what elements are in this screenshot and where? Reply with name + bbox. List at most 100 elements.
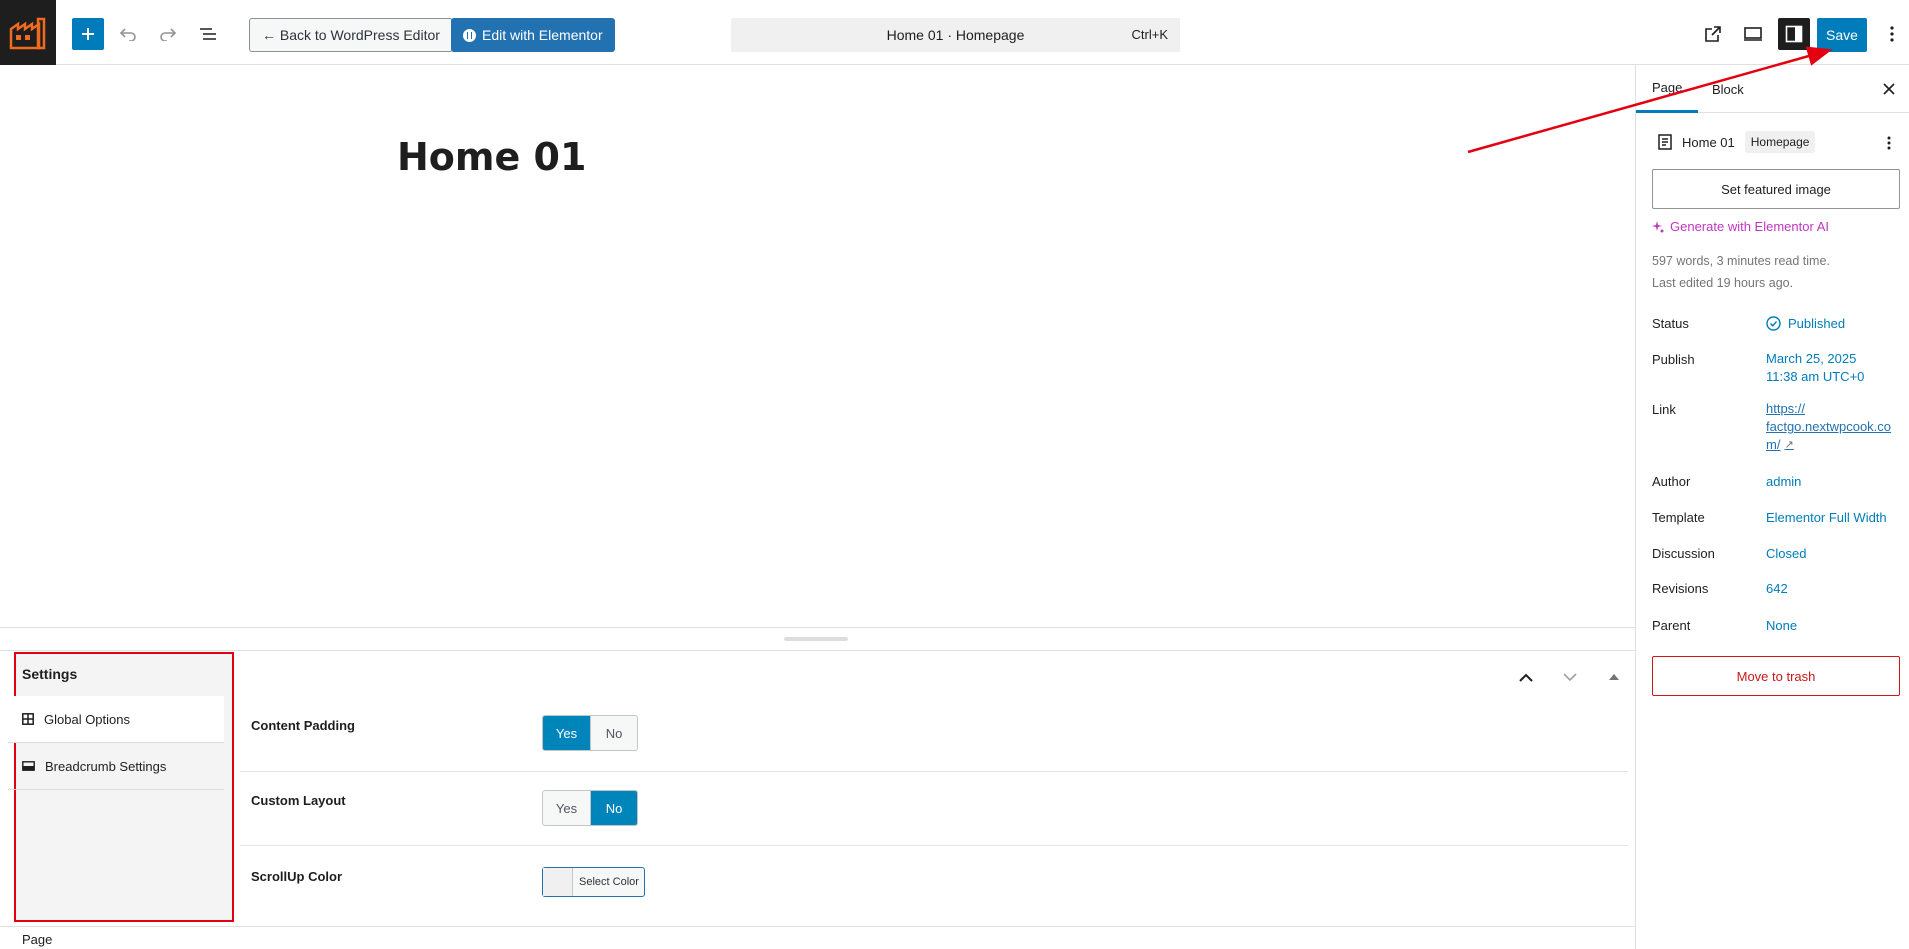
move-to-trash-button[interactable]: Move to trash	[1652, 656, 1900, 696]
back-to-wordpress-editor-button[interactable]: ← Back to WordPress Editor	[249, 18, 453, 52]
generate-elementor-ai-link[interactable]: Generate with Elementor AI	[1652, 219, 1829, 234]
custom-layout-no-option[interactable]: No	[590, 791, 637, 825]
document-overview-button[interactable]	[192, 18, 224, 50]
close-sidebar-button[interactable]	[1877, 77, 1901, 101]
custom-layout-toggle: Yes No	[542, 790, 638, 826]
grid-icon	[22, 713, 34, 725]
canvas-divider	[0, 627, 1635, 628]
settings-nav-panel: Settings Global Options Breadcrumb Setti…	[8, 652, 234, 922]
homepage-badge: Homepage	[1744, 131, 1816, 153]
metabox-collapse-up-button[interactable]	[1514, 665, 1538, 689]
desktop-icon	[1744, 27, 1762, 41]
page-title[interactable]: Home 01	[397, 135, 586, 179]
set-featured-image-button[interactable]: Set featured image	[1652, 169, 1900, 209]
template-label: Template	[1652, 510, 1705, 525]
post-summary: Home 01 Homepage	[1658, 131, 1816, 153]
factory-logo-icon	[9, 17, 46, 49]
metabox-resize-handle[interactable]	[784, 637, 848, 641]
site-logo[interactable]	[0, 0, 56, 65]
settings-sidebar: Page Block Home 01 Homepage Set featured…	[1635, 65, 1909, 949]
template-value[interactable]: Elementor Full Width	[1766, 510, 1887, 525]
nav-item-breadcrumb-settings[interactable]: Breadcrumb Settings	[8, 743, 224, 790]
nav-item-global-options[interactable]: Global Options	[8, 696, 224, 743]
status-label: Status	[1652, 316, 1689, 331]
discussion-value[interactable]: Closed	[1766, 546, 1806, 561]
generate-ai-label: Generate with Elementor AI	[1670, 219, 1829, 234]
link-line-1: https://	[1766, 401, 1806, 416]
chevron-down-icon	[1563, 672, 1577, 681]
footer-breadcrumb-page[interactable]: Page	[22, 932, 52, 947]
metabox-toggle-button[interactable]	[1602, 665, 1626, 689]
author-value[interactable]: admin	[1766, 474, 1801, 489]
select-color-label: Select Color	[579, 876, 639, 888]
tab-page[interactable]: Page	[1636, 65, 1699, 113]
parent-label: Parent	[1652, 618, 1691, 633]
preview-device-button[interactable]	[1737, 18, 1769, 50]
sparkle-icon	[1652, 220, 1664, 232]
command-palette-bar[interactable]: Home 01 · Homepage Ctrl+K	[731, 18, 1180, 52]
scrollup-color-picker[interactable]: Select Color	[542, 867, 645, 897]
word-count-info: 597 words, 3 minutes read time.	[1652, 254, 1830, 268]
metabox-move-down-button[interactable]	[1558, 665, 1582, 689]
status-value-button[interactable]: Published	[1766, 316, 1845, 331]
tab-block[interactable]: Block	[1712, 65, 1744, 113]
more-vertical-icon	[1887, 136, 1891, 150]
edit-with-elementor-button[interactable]: Edit with Elementor	[451, 18, 615, 52]
link-line-3: m/	[1766, 437, 1781, 452]
editor-canvas[interactable]: Home 01	[0, 65, 1635, 627]
undo-button[interactable]	[112, 18, 144, 50]
post-title: Home 01	[1682, 134, 1735, 150]
content-padding-yes-option[interactable]: Yes	[543, 716, 590, 750]
color-swatch	[543, 868, 573, 896]
breadcrumb-footer: Page	[0, 926, 1635, 949]
sidebar-tabs: Page Block	[1636, 65, 1909, 113]
command-shortcut: Ctrl+K	[1131, 27, 1168, 42]
post-actions-button[interactable]	[1879, 133, 1899, 153]
redo-button[interactable]	[152, 18, 184, 50]
card-icon	[22, 761, 35, 771]
link-label: Link	[1652, 402, 1676, 417]
content-padding-toggle: Yes No	[542, 715, 638, 751]
revisions-value[interactable]: 642	[1766, 581, 1788, 596]
page-icon	[1658, 134, 1672, 150]
more-vertical-icon	[1890, 26, 1894, 42]
settings-nav-title: Settings	[22, 666, 78, 682]
chevron-up-icon	[1519, 673, 1533, 682]
undo-icon	[119, 28, 136, 41]
row-divider	[240, 771, 1628, 772]
author-label: Author	[1652, 474, 1691, 489]
options-menu-button[interactable]	[1876, 18, 1908, 50]
sidebar-icon	[1785, 25, 1803, 43]
close-icon	[1883, 83, 1895, 95]
custom-layout-label: Custom Layout	[251, 793, 346, 808]
publish-label: Publish	[1652, 352, 1695, 367]
parent-value[interactable]: None	[1766, 618, 1797, 633]
external-arrow-icon: ↗	[1784, 439, 1794, 451]
document-title: Home 01 · Homepage	[886, 27, 1025, 43]
revisions-label: Revisions	[1652, 581, 1709, 596]
link-line-2: factgo.nextwpcook.co	[1766, 419, 1892, 434]
settings-sidebar-toggle[interactable]	[1778, 18, 1810, 50]
elementor-icon	[463, 28, 476, 42]
custom-layout-yes-option[interactable]: Yes	[543, 791, 590, 825]
block-inserter-button[interactable]	[72, 18, 104, 50]
view-page-button[interactable]	[1697, 18, 1729, 50]
permalink-link[interactable]: https:// factgo.nextwpcook.co m/↗	[1766, 400, 1891, 454]
plus-icon	[82, 28, 94, 40]
meta-box-area	[0, 650, 1635, 926]
external-link-icon	[1705, 26, 1721, 42]
scrollup-color-label: ScrollUp Color	[251, 869, 343, 884]
content-padding-label: Content Padding	[251, 718, 355, 733]
content-padding-no-option[interactable]: No	[590, 716, 637, 750]
list-view-icon	[200, 28, 216, 40]
editor-toolbar: ← Back to WordPress Editor Edit with Ele…	[0, 0, 1909, 65]
publish-date-button[interactable]: March 25, 2025 11:38 am UTC+0	[1766, 350, 1864, 386]
check-circle-icon	[1766, 316, 1781, 331]
edit-with-elementor-label: Edit with Elementor	[482, 27, 603, 43]
publish-date: March 25, 2025	[1766, 351, 1857, 366]
row-divider	[240, 845, 1628, 846]
status-value: Published	[1788, 316, 1846, 331]
save-button[interactable]: Save	[1817, 18, 1867, 52]
discussion-label: Discussion	[1652, 546, 1715, 561]
publish-time: 11:38 am UTC+0	[1766, 369, 1865, 384]
